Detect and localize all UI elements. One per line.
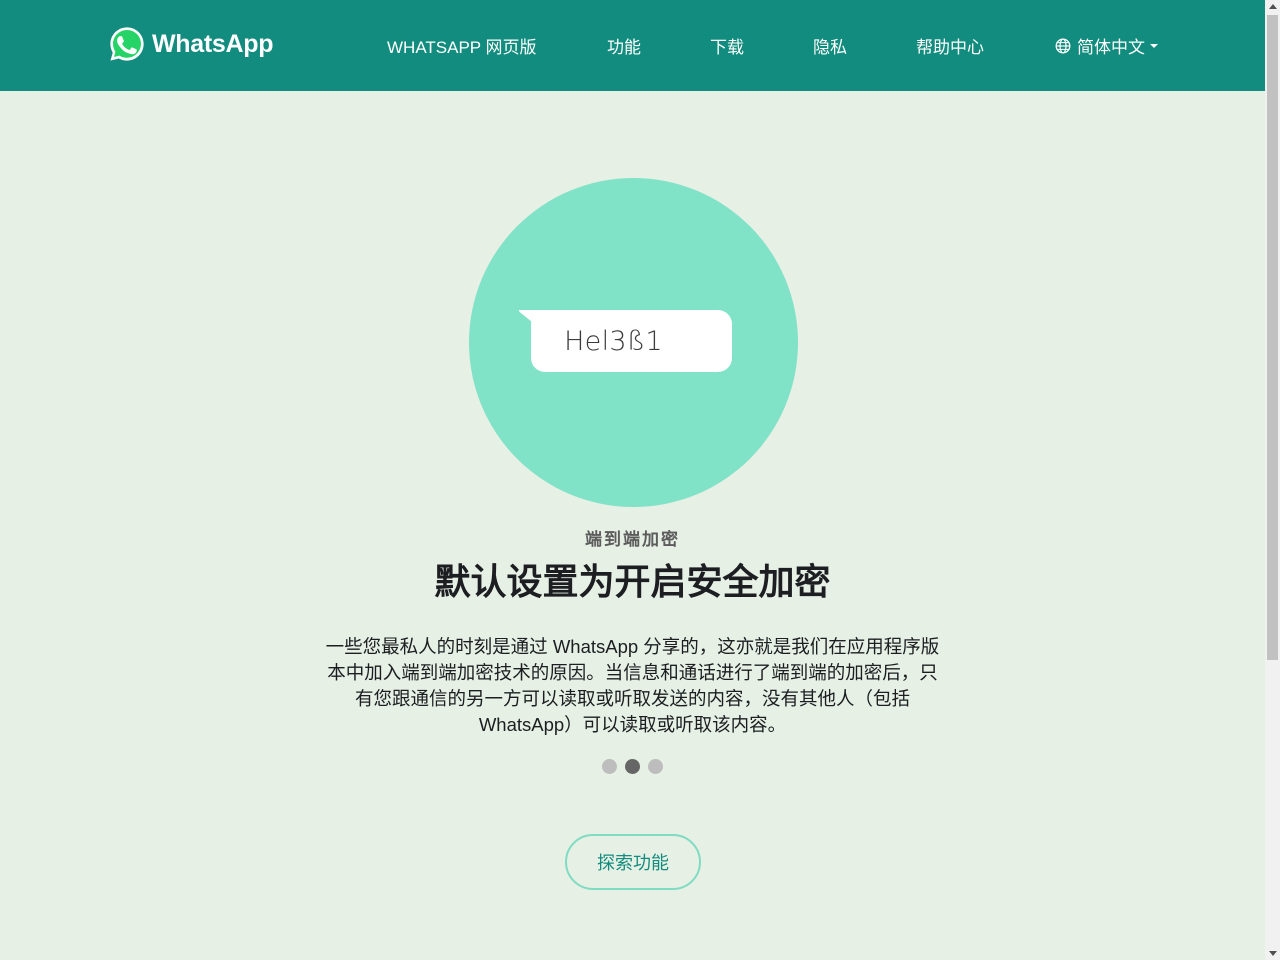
language-label: 简体中文 xyxy=(1077,38,1145,57)
section-eyebrow: 端到端加密 xyxy=(585,530,680,550)
encrypted-text: Hel3ß1 xyxy=(564,325,663,357)
nav-whatsapp-web[interactable]: WHATSAPP 网页版 xyxy=(387,33,537,58)
whatsapp-logo-icon xyxy=(110,27,144,61)
scroll-up-arrow-icon[interactable] xyxy=(1269,4,1277,9)
top-navigation-bar: WhatsApp WHATSAPP 网页版 功能 下载 隐私 帮助中心 简体中文 xyxy=(0,0,1265,91)
whatsapp-logo[interactable]: WhatsApp xyxy=(108,24,274,64)
bubble-body: Hel3ß1 xyxy=(531,310,732,372)
carousel-dot-1[interactable] xyxy=(602,759,617,774)
carousel-dot-3[interactable] xyxy=(648,759,663,774)
explore-features-button[interactable]: 探索功能 xyxy=(565,834,701,890)
section-description: 一些您最私人的时刻是通过 WhatsApp 分享的，这亦就是我们在应用程序版本中… xyxy=(325,636,940,735)
globe-icon xyxy=(1055,38,1071,53)
nav-help-center[interactable]: 帮助中心 xyxy=(916,33,984,58)
scroll-down-arrow-icon[interactable] xyxy=(1269,951,1277,956)
nav-privacy[interactable]: 隐私 xyxy=(813,33,847,58)
carousel-indicators xyxy=(0,759,1265,774)
vertical-scrollbar[interactable] xyxy=(1265,0,1280,960)
nav-download[interactable]: 下载 xyxy=(710,33,744,58)
encrypted-message-bubble: Hel3ß1 xyxy=(517,310,733,372)
section-headline: 默认设置为开启安全加密 xyxy=(434,562,831,603)
caret-down-icon xyxy=(1150,43,1158,48)
nav-features[interactable]: 功能 xyxy=(607,33,641,58)
scrollbar-thumb[interactable] xyxy=(1267,15,1278,660)
logo-wordmark: WhatsApp xyxy=(152,29,274,58)
carousel-dot-2[interactable] xyxy=(625,759,640,774)
language-selector[interactable]: 简体中文 xyxy=(1055,33,1158,58)
page: WhatsApp WHATSAPP 网页版 功能 下载 隐私 帮助中心 简体中文… xyxy=(0,0,1265,960)
